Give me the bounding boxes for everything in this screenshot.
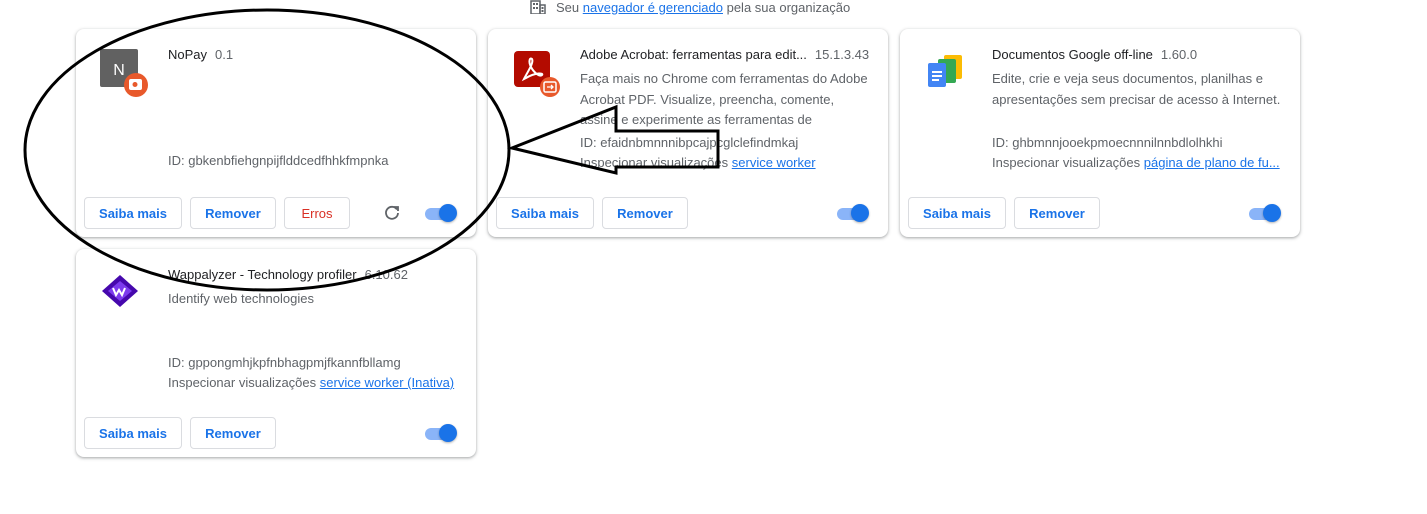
managed-suffix: pela sua organização <box>722 0 851 15</box>
extension-header: NoPay 0.1 <box>168 47 458 62</box>
building-icon <box>530 0 546 14</box>
inspect-link[interactable]: service worker <box>732 155 816 170</box>
extension-card-wappalyzer: Wappalyzer - Technology profiler 6.10.62… <box>76 249 476 457</box>
google-docs-icon <box>928 55 962 87</box>
extension-header: Adobe Acrobat: ferramentas para edit... … <box>580 47 870 62</box>
extension-version: 15.1.3.43 <box>814 47 870 62</box>
remove-button[interactable]: Remover <box>1014 197 1100 229</box>
extension-id: ID: ghbmnnjooekpmoecnnnilnnbdlolhkhi <box>992 135 1223 150</box>
extension-id: ID: efaidnbmnnnibpcajpcglclefindmkaj <box>580 135 799 150</box>
extension-header: Wappalyzer - Technology profiler 6.10.62 <box>168 267 458 282</box>
extension-header: Documentos Google off-line 1.60.0 <box>992 47 1282 62</box>
extension-version: 1.60.0 <box>1160 47 1198 62</box>
inspect-views: Inspecionar visualizações service worker… <box>168 375 458 390</box>
inspect-label: Inspecionar visualizações <box>168 375 317 390</box>
inspect-label: Inspecionar visualizações <box>992 155 1141 170</box>
extension-name: NoPay <box>168 47 208 62</box>
extension-name: Adobe Acrobat: ferramentas para edit... <box>580 47 807 62</box>
extension-version: 6.10.62 <box>364 267 408 282</box>
enable-toggle[interactable] <box>837 204 869 222</box>
enable-toggle[interactable] <box>425 424 457 442</box>
inspect-link[interactable]: página de plano de fu... <box>1144 155 1280 170</box>
nopay-icon: N <box>100 49 148 97</box>
errors-button[interactable]: Erros <box>284 197 350 229</box>
extension-card-nopay: N NoPay 0.1 ID: gbkenbfiehgnpijflddcedfh… <box>76 29 476 237</box>
wappalyzer-icon <box>102 275 138 307</box>
inspect-link[interactable]: service worker (Inativa) <box>320 375 454 390</box>
extension-version: 0.1 <box>215 47 234 62</box>
extension-description: Identify web technologies <box>168 291 314 306</box>
adobe-acrobat-icon <box>514 51 560 97</box>
extension-card-google-docs-offline: Documentos Google off-line 1.60.0 Edite,… <box>900 29 1300 237</box>
extension-description: Edite, crie e veja seus documentos, plan… <box>992 71 1281 107</box>
enable-toggle[interactable] <box>425 204 457 222</box>
managed-notice: Seu navegador é gerenciado pela sua orga… <box>530 0 851 15</box>
remove-button[interactable]: Remover <box>190 197 276 229</box>
extension-description: Faça mais no Chrome com ferramentas do A… <box>580 71 868 127</box>
details-button[interactable]: Saiba mais <box>84 197 182 229</box>
remove-button[interactable]: Remover <box>190 417 276 449</box>
inspect-views: Inspecionar visualizações página de plan… <box>992 155 1282 170</box>
inspect-views: Inspecionar visualizações service worker <box>580 155 870 170</box>
nopay-icon-letter: N <box>113 62 125 79</box>
extension-card-adobe-acrobat: Adobe Acrobat: ferramentas para edit... … <box>488 29 888 237</box>
details-button[interactable]: Saiba mais <box>908 197 1006 229</box>
details-button[interactable]: Saiba mais <box>84 417 182 449</box>
extension-id: ID: gppongmhjkpfnbhagpmjfkannfbllamg <box>168 355 401 370</box>
extension-id: ID: gbkenbfiehgnpijflddcedfhhkfmpnka <box>168 153 389 168</box>
extension-name: Wappalyzer - Technology profiler <box>168 267 357 282</box>
managed-prefix: Seu <box>556 0 583 15</box>
inspect-label: Inspecionar visualizações <box>580 155 729 170</box>
reload-icon[interactable] <box>382 203 402 223</box>
details-button[interactable]: Saiba mais <box>496 197 594 229</box>
extension-name: Documentos Google off-line <box>992 47 1153 62</box>
managed-link[interactable]: navegador é gerenciado <box>583 0 723 15</box>
remove-button[interactable]: Remover <box>602 197 688 229</box>
enable-toggle[interactable] <box>1249 204 1281 222</box>
